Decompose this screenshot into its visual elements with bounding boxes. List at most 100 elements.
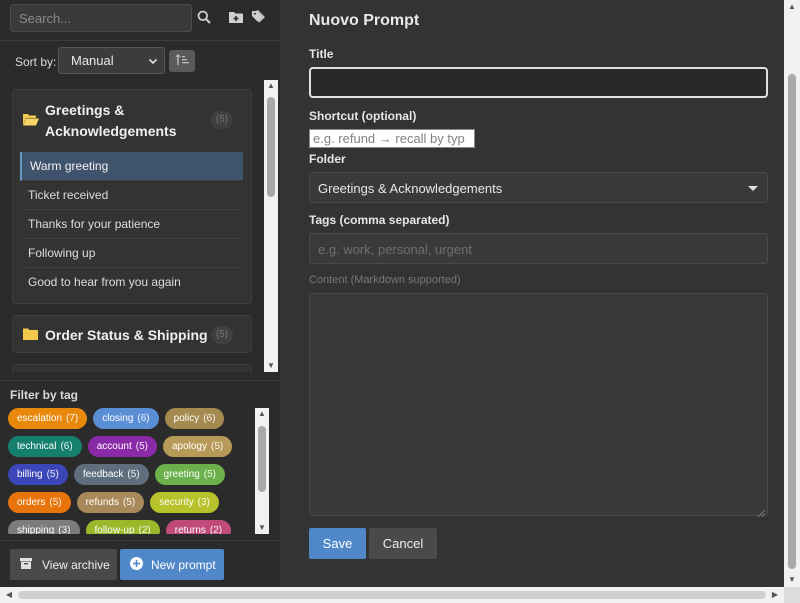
sort-select[interactable]: Manual	[58, 47, 165, 74]
folder-greetings: Greetings & Acknowledgements (5) Warm gr…	[12, 89, 252, 304]
scroll-right-arrow-icon[interactable]: ▶	[768, 587, 782, 603]
folder-list: Greetings & Acknowledgements (5) Warm gr…	[0, 80, 280, 372]
tag-icon[interactable]	[252, 9, 268, 25]
resize-grip-icon[interactable]	[757, 505, 766, 518]
tag-chip-billing[interactable]: billing (5)	[8, 464, 68, 485]
tag-name: security	[159, 497, 194, 508]
tag-count: (5)	[203, 469, 217, 480]
view-archive-button[interactable]: View archive	[10, 549, 117, 580]
folder-count-badge: (5)	[211, 326, 233, 344]
sort-row: Sort by: Manual	[0, 40, 280, 80]
scroll-down-arrow-icon[interactable]: ▼	[784, 573, 800, 587]
title-input[interactable]	[309, 67, 768, 98]
archive-icon	[20, 557, 32, 572]
folder-header[interactable]: Order Status & Shipping (5)	[13, 316, 251, 354]
tag-row: escalation (7) closing (6) policy (6)	[8, 408, 248, 429]
title-label: Title	[309, 47, 334, 61]
tag-name: shipping	[17, 525, 55, 534]
tag-count: (2)	[138, 525, 151, 534]
tag-list-scrollbar[interactable]: ▲ ▼	[255, 408, 269, 534]
tag-row: billing (5) feedback (5) greeting (5)	[8, 464, 248, 485]
tag-count: (6)	[203, 413, 216, 424]
tag-list-scrollbar-thumb[interactable]	[258, 426, 266, 492]
tag-filter-title: Filter by tag	[10, 388, 79, 402]
prompt-editor: Nuovo Prompt Title Shortcut (optional) e…	[293, 0, 784, 587]
folder-list-scrollbar-thumb[interactable]	[267, 97, 275, 197]
scroll-left-arrow-icon[interactable]: ◀	[2, 587, 16, 603]
tag-name: technical	[17, 441, 57, 452]
window-horizontal-scrollbar-thumb[interactable]	[18, 591, 766, 599]
window-horizontal-scrollbar[interactable]: ◀ ▶	[0, 587, 784, 603]
prompt-item-thanks-patience[interactable]: Thanks for your patience	[20, 210, 243, 239]
search-input[interactable]	[11, 5, 191, 31]
tag-count: (2)	[209, 525, 223, 534]
tag-count: (6)	[60, 441, 73, 452]
folder-collapsed-next[interactable]	[12, 364, 252, 372]
tag-chip-shipping[interactable]: shipping (3)	[8, 520, 80, 534]
tag-chip-orders[interactable]: orders (5)	[8, 492, 71, 513]
tag-chip-closing[interactable]: closing (6)	[93, 408, 159, 429]
content-textarea[interactable]	[309, 293, 768, 518]
tag-name: returns	[174, 525, 206, 534]
tag-count: (3)	[58, 525, 71, 534]
tags-input[interactable]: e.g. work, personal, urgent	[309, 233, 768, 264]
scrollbar-corner	[784, 587, 800, 603]
scroll-down-arrow-icon[interactable]: ▼	[255, 522, 269, 534]
cancel-button[interactable]: Cancel	[369, 528, 437, 559]
tag-name: feedback	[82, 469, 124, 480]
tag-chip-policy[interactable]: policy (6)	[164, 408, 225, 429]
sort-direction-button[interactable]	[169, 50, 195, 72]
prompt-item-warm-greeting[interactable]: Warm greeting	[20, 152, 243, 181]
folder-select[interactable]: Greetings & Acknowledgements	[309, 172, 768, 203]
scroll-up-arrow-icon[interactable]: ▲	[255, 408, 269, 420]
tag-chip-returns[interactable]: returns (2)	[165, 520, 232, 534]
tag-filter-section: Filter by tag escalation (7) closing (6) p…	[0, 380, 280, 540]
prompt-item-following-up[interactable]: Following up	[20, 239, 243, 268]
shortcut-input[interactable]: e.g. refund → recall by typ	[309, 129, 475, 148]
folder-plus-icon[interactable]	[228, 9, 244, 25]
window-vertical-scrollbar-thumb[interactable]	[788, 74, 796, 569]
view-archive-label: View archive	[42, 557, 110, 572]
scroll-up-arrow-icon[interactable]: ▲	[264, 80, 278, 92]
tag-chip-follow-up[interactable]: follow-up (2)	[85, 520, 160, 534]
tag-count: (7)	[66, 413, 79, 424]
folder-label: Folder	[309, 152, 346, 166]
search-icon[interactable]	[196, 9, 212, 25]
prompt-manager-window: Sort by: Manual Greetings &	[0, 0, 784, 587]
scroll-down-arrow-icon[interactable]: ▼	[264, 360, 278, 372]
tag-chip-technical[interactable]: technical (6)	[8, 436, 82, 457]
tag-name: apology	[171, 441, 207, 452]
sort-select-value: Manual	[71, 53, 114, 68]
tag-chip-refunds[interactable]: refunds (5)	[76, 492, 145, 513]
tag-name: billing	[17, 469, 43, 480]
tag-chip-account[interactable]: account (5)	[87, 436, 157, 457]
new-prompt-label: New prompt	[151, 557, 216, 572]
tag-chip-feedback[interactable]: feedback (5)	[73, 464, 149, 485]
tags-label: Tags (comma separated)	[309, 213, 450, 227]
window-vertical-scrollbar[interactable]: ▲ ▼	[784, 0, 800, 587]
tag-chip-apology[interactable]: apology (5)	[162, 436, 233, 457]
folder-order-status[interactable]: Order Status & Shipping (5)	[12, 315, 252, 353]
tag-count: (5)	[46, 469, 59, 480]
folder-select-value: Greetings & Acknowledgements	[318, 181, 503, 196]
tag-name: refunds	[85, 497, 119, 508]
tag-count: (6)	[137, 413, 150, 424]
new-prompt-button[interactable]: New prompt	[120, 549, 224, 580]
tag-count: (5)	[122, 497, 136, 508]
tag-chip-escalation[interactable]: escalation (7)	[8, 408, 88, 429]
tag-count: (5)	[135, 441, 148, 452]
sidebar: Sort by: Manual Greetings &	[0, 0, 280, 587]
sort-label: Sort by:	[15, 55, 57, 69]
content-label: Content (Markdown supported)	[309, 274, 461, 286]
folder-header[interactable]: Greetings & Acknowledgements (5)	[13, 90, 251, 152]
folder-list-scrollbar[interactable]: ▲ ▼	[264, 80, 278, 372]
tag-chip-list: escalation (7) closing (6) policy (6) techn…	[8, 408, 248, 534]
tag-chip-greeting[interactable]: greeting (5)	[154, 464, 226, 485]
tag-chip-security[interactable]: security (3)	[150, 492, 219, 513]
save-button[interactable]: Save	[309, 528, 366, 559]
prompt-item-good-to-hear[interactable]: Good to hear from you again	[20, 268, 243, 297]
prompt-item-ticket-received[interactable]: Ticket received	[20, 181, 243, 210]
page-title: Nuovo Prompt	[309, 12, 420, 29]
scroll-up-arrow-icon[interactable]: ▲	[784, 0, 800, 14]
chevron-down-icon	[148, 54, 158, 69]
